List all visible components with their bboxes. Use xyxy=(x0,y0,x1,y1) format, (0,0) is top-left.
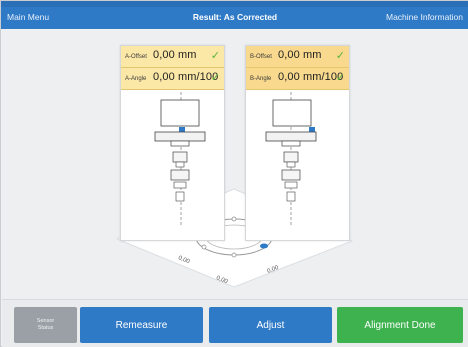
b-angle-value: 0,00 mm/100 xyxy=(278,71,344,83)
a-angle-label: A-Angle xyxy=(125,76,147,82)
panel-b-values: B-Offset 0,00 mm ✓ B-Angle 0,00 mm/100 ✓ xyxy=(246,46,349,90)
adjust-button[interactable]: Adjust xyxy=(209,307,332,343)
check-icon: ✓ xyxy=(335,50,345,62)
check-icon: ✓ xyxy=(210,50,220,62)
b-angle-label: B-Angle xyxy=(250,76,272,82)
sensor-status-label-2: Status xyxy=(37,325,54,331)
coupling xyxy=(283,151,299,163)
floor-coupling-diagram: 0,00 0,00 0,00 0,00 0,00 0,00 0,00 xyxy=(115,188,354,288)
motor-body xyxy=(160,99,200,127)
sensor-marker-floor xyxy=(260,243,268,249)
result-view: 0,00 0,00 0,00 0,00 0,00 0,00 0,00 A-Off… xyxy=(2,29,468,299)
a-offset-value: 0,00 mm xyxy=(153,49,197,61)
action-bar: Sensor Status Remeasure Adjust Alignment… xyxy=(2,299,468,347)
panel-b: B-Offset 0,00 mm ✓ B-Angle 0,00 mm/100 ✓ xyxy=(245,45,350,241)
base-plate xyxy=(154,131,206,142)
check-icon: ✓ xyxy=(335,72,345,84)
ring-node xyxy=(231,252,237,258)
app-window: Main Menu Result: As Corrected Machine I… xyxy=(0,0,468,347)
nav-bar: Main Menu Result: As Corrected Machine I… xyxy=(1,7,468,29)
motor-body xyxy=(272,99,312,127)
b-offset-row: B-Offset 0,00 mm ✓ xyxy=(246,46,349,68)
machine-a-drawing xyxy=(154,92,206,227)
machine-b-drawing xyxy=(265,92,317,227)
ring-node xyxy=(231,216,237,222)
b-offset-value: 0,00 mm xyxy=(278,49,322,61)
b-offset-label: B-Offset xyxy=(250,54,272,60)
panel-a-values: A-Offset 0,00 mm ✓ A-Angle 0,00 mm/100 ✓ xyxy=(121,46,224,90)
floor-value-7: 0,00 xyxy=(267,265,281,275)
panel-a: A-Offset 0,00 mm ✓ A-Angle 0,00 mm/100 ✓ xyxy=(120,45,225,241)
alignment-done-button[interactable]: Alignment Done xyxy=(337,307,463,343)
check-icon: ✓ xyxy=(210,72,220,84)
sensor-marker xyxy=(309,127,315,132)
ring-node xyxy=(201,244,207,250)
b-angle-row: B-Angle 0,00 mm/100 ✓ xyxy=(246,68,349,90)
sensor-marker xyxy=(179,127,185,132)
floor-value-5: 0,00 xyxy=(177,255,191,265)
a-angle-row: A-Angle 0,00 mm/100 ✓ xyxy=(121,68,224,90)
floor-value-6: 0,00 xyxy=(215,275,229,285)
coupling xyxy=(172,151,188,163)
sensor-status-label-1: Sensor xyxy=(36,318,55,324)
sensor-status-button[interactable]: Sensor Status xyxy=(14,307,77,343)
a-offset-row: A-Offset 0,00 mm ✓ xyxy=(121,46,224,68)
machine-information-link[interactable]: Machine Information xyxy=(386,12,463,22)
remeasure-button[interactable]: Remeasure xyxy=(80,307,203,343)
a-offset-label: A-Offset xyxy=(125,54,147,60)
base-plate xyxy=(265,131,317,142)
a-angle-value: 0,00 mm/100 xyxy=(153,71,219,83)
